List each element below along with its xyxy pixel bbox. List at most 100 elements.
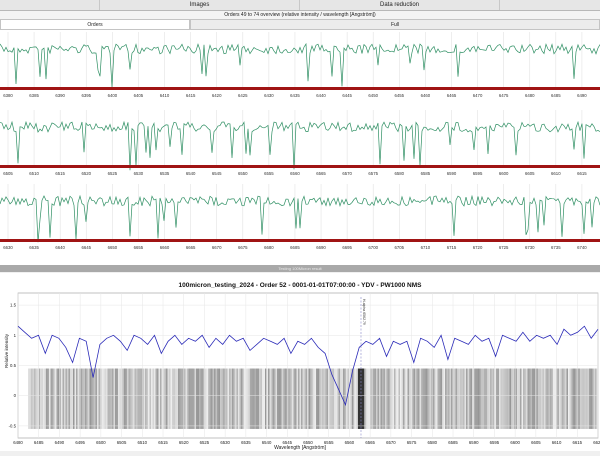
- y-tick-label: 0: [14, 393, 17, 398]
- overview-tick-label: 6630: [3, 245, 13, 250]
- tab-unnamed[interactable]: [0, 0, 100, 10]
- y-axis-label: Relative intensity: [4, 333, 9, 368]
- overview-tick-label: 6585: [421, 171, 431, 176]
- overview-tick-label: 6600: [499, 171, 509, 176]
- main-tab-bar: Images Data reduction: [0, 0, 600, 11]
- overview-tick-label: 6420: [212, 93, 222, 98]
- x-tick-label: 6605: [531, 440, 541, 445]
- overview-tick-label: 6730: [525, 245, 535, 250]
- overview-tick-label: 6580: [395, 171, 405, 176]
- x-tick-label: 6560: [345, 440, 355, 445]
- overview-baseline: [0, 87, 600, 90]
- x-tick-label: 6480: [13, 440, 23, 445]
- overview-tick-label: 6525: [108, 171, 118, 176]
- x-tick-label: 6575: [407, 440, 417, 445]
- x-tick-label: 6495: [75, 440, 85, 445]
- overview-tick-label: 6715: [447, 245, 457, 250]
- overview-tick-label: 6550: [238, 171, 248, 176]
- order-chart-panel: 6480 6485 6490 6495 6500 6505 6510 6515 6520 6525…: [0, 273, 600, 451]
- overview-tick-label: 6430: [264, 93, 274, 98]
- overview-row: 6380 6385 6390 6395 6400 6405 6410 6415 6420 6425…: [0, 32, 600, 98]
- overview-tick-label: 6635: [29, 245, 39, 250]
- overview-tick-label: 6655: [134, 245, 144, 250]
- overview-tick-label: 6410: [160, 93, 170, 98]
- overview-tick-label: 6405: [134, 93, 144, 98]
- overview-tick-label: 6690: [316, 245, 326, 250]
- x-tick-label: 6525: [200, 440, 210, 445]
- overview-tick-label: 6660: [160, 245, 170, 250]
- overview-tick-label: 6560: [290, 171, 300, 176]
- overview-tick-label: 6665: [186, 245, 196, 250]
- halpha-marker-label: H-alpha 6562.79: [362, 299, 366, 325]
- overview-tick-label: 6720: [473, 245, 483, 250]
- y-tick-label: -0.5: [9, 423, 17, 428]
- overview-tick-label: 6390: [55, 93, 65, 98]
- overview-tick-label: 6435: [290, 93, 300, 98]
- overview-tick-label: 6575: [368, 171, 378, 176]
- overview-tick-label: 6555: [264, 171, 274, 176]
- absorption-strip: [28, 368, 598, 429]
- overview-tick-label: 6475: [499, 93, 509, 98]
- overview-tick-label: 6415: [186, 93, 196, 98]
- overview-tick-label: 6735: [551, 245, 561, 250]
- overview-tick-label: 6605: [525, 171, 535, 176]
- overview-tick-label: 6675: [238, 245, 248, 250]
- overview-baseline: [0, 239, 600, 242]
- subtab-full[interactable]: Full: [190, 19, 600, 30]
- y-tick-label: 1.5: [10, 303, 17, 308]
- x-tick-label: 6580: [428, 440, 438, 445]
- x-tick-label: 6520: [179, 440, 189, 445]
- overview-tick-label: 6700: [368, 245, 378, 250]
- overview-tick-label: 6480: [525, 93, 535, 98]
- splitter-bar[interactable]: Testing 100Micron result: [0, 265, 600, 272]
- overview-tick-label: 6640: [55, 245, 65, 250]
- overview-tick-label: 6465: [447, 93, 457, 98]
- overview-spectrum-line: [0, 42, 600, 88]
- overview-tick-label: 6470: [473, 93, 483, 98]
- x-tick-label: 6595: [490, 440, 500, 445]
- overview-tick-label: 6530: [134, 171, 144, 176]
- x-tick-label: 6530: [220, 440, 230, 445]
- chart-title: 100micron_testing_2024 - Order 52 - 0001…: [178, 282, 422, 289]
- overview-tick-label: 6610: [551, 171, 561, 176]
- overview-tick-label: 6395: [81, 93, 91, 98]
- overview-tick-label: 6380: [3, 93, 13, 98]
- subtab-orders[interactable]: Orders: [0, 19, 190, 30]
- overview-tick-label: 6520: [81, 171, 91, 176]
- overview-tick-label: 6485: [551, 93, 561, 98]
- overview-tick-label: 6615: [577, 171, 587, 176]
- x-tick-label: 6540: [262, 440, 272, 445]
- y-tick-label: 0.5: [10, 363, 17, 368]
- x-tick-label: 6610: [552, 440, 562, 445]
- x-tick-label: 6535: [241, 440, 251, 445]
- overview-tick-label: 6385: [29, 93, 39, 98]
- overview-tick-label: 6460: [421, 93, 431, 98]
- overview-tick-label: 6510: [29, 171, 39, 176]
- x-tick-label: 6615: [573, 440, 583, 445]
- overview-tick-label: 6670: [212, 245, 222, 250]
- x-tick-label: 6620: [593, 440, 600, 445]
- overview-tick-label: 6740: [577, 245, 587, 250]
- overview-tick-label: 6425: [238, 93, 248, 98]
- x-tick-label: 6485: [34, 440, 44, 445]
- x-tick-label: 6515: [158, 440, 168, 445]
- overview-tick-label: 6455: [395, 93, 405, 98]
- x-tick-label: 6600: [510, 440, 520, 445]
- overview-tick-label: 6540: [186, 171, 196, 176]
- overview-tick-label: 6595: [473, 171, 483, 176]
- overview-tick-label: 6680: [264, 245, 274, 250]
- overview-spectrum-line: [0, 120, 600, 171]
- x-tick-label: 6590: [469, 440, 479, 445]
- overview-tick-label: 6450: [368, 93, 378, 98]
- overview-row: 6630 6635 6640 6645 6650 6655 6660 6665 6670 6675…: [0, 184, 600, 250]
- y-tick-label: 1: [14, 333, 17, 338]
- x-tick-label: 6505: [117, 440, 127, 445]
- tab-images[interactable]: Images: [100, 0, 300, 10]
- overview-tick-label: 6565: [316, 171, 326, 176]
- overview-row: 6505 6510 6515 6520 6525 6530 6535 6540 6545 6550…: [0, 110, 600, 176]
- overview-tick-label: 6705: [395, 245, 405, 250]
- overview-tick-label: 6650: [108, 245, 118, 250]
- x-tick-label: 6565: [365, 440, 375, 445]
- tab-data-reduction[interactable]: Data reduction: [300, 0, 500, 10]
- overview-tick-label: 6685: [290, 245, 300, 250]
